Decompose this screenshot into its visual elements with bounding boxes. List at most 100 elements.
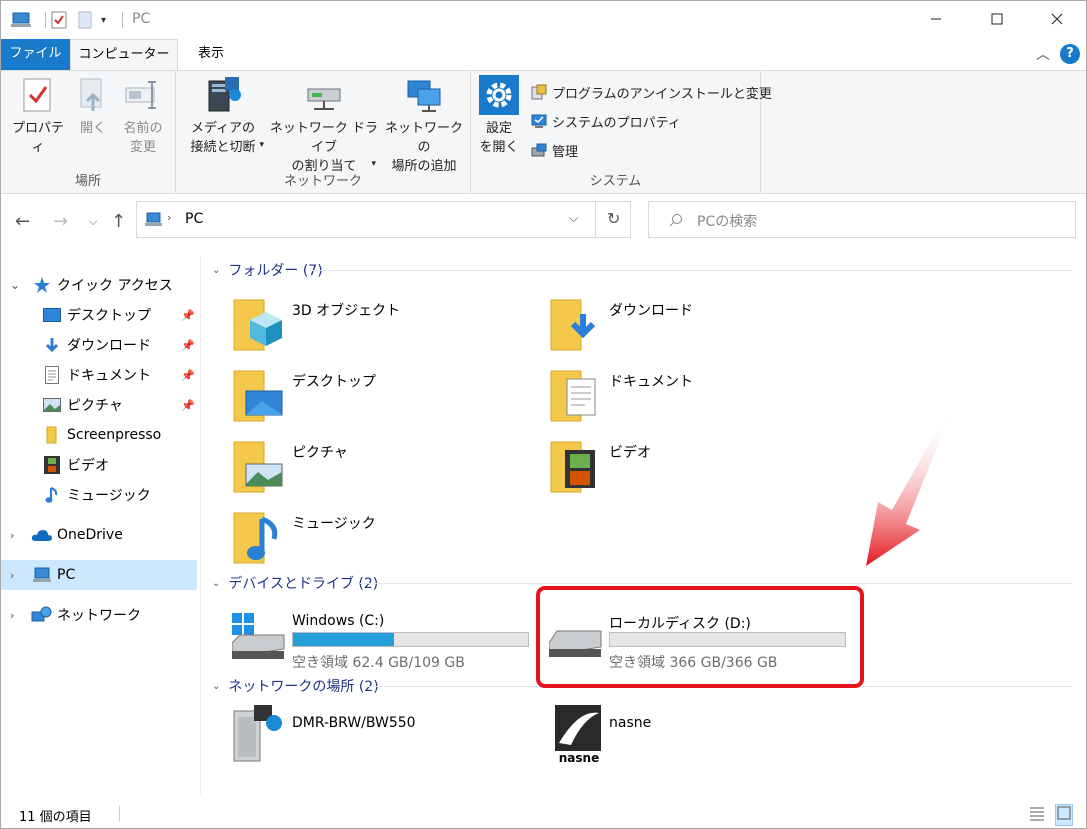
status-bar: 11 個の項目 xyxy=(1,800,1086,828)
picture-icon xyxy=(43,396,61,414)
refresh-icon[interactable]: ↻ xyxy=(607,209,620,228)
tab-view[interactable]: 表示 xyxy=(178,39,244,71)
details-view-icon[interactable] xyxy=(1029,805,1045,825)
collapsed-chevron-icon[interactable]: › xyxy=(10,529,20,542)
close-button[interactable] xyxy=(1034,1,1080,37)
pc-address-icon xyxy=(145,212,162,226)
navigation-pane: ⌄ クイック アクセス デスクトップ 📌 ダウンロード 📌 ドキュメント 📌 ピ… xyxy=(1,256,201,796)
pin-icon[interactable]: 📌 xyxy=(181,339,195,352)
recent-locations-chevron-icon[interactable]: ⌵ xyxy=(89,215,97,229)
drive-c[interactable]: Windows (C:) 空き領域 62.4 GB/109 GB xyxy=(232,601,552,671)
add-network-location-button[interactable]: ネットワークの 場所の追加 xyxy=(382,75,466,176)
search-box[interactable]: PCの検索 xyxy=(648,201,1076,238)
collapse-ribbon-icon[interactable]: ︿ xyxy=(1036,44,1050,64)
rename-icon xyxy=(123,75,163,115)
folder-videos[interactable]: ビデオ xyxy=(549,436,839,500)
nav-pc[interactable]: › PC xyxy=(1,560,197,590)
open-icon xyxy=(73,75,113,115)
address-dropdown-icon[interactable]: ⌵ xyxy=(569,211,578,226)
new-folder-quick-icon[interactable] xyxy=(77,10,93,30)
settings-gear-icon xyxy=(479,75,519,115)
pc-icon xyxy=(11,10,33,30)
breadcrumb-chevron-icon[interactable]: › xyxy=(167,211,171,224)
tab-computer[interactable]: コンピューター xyxy=(70,39,178,71)
search-placeholder: PCの検索 xyxy=(697,214,758,230)
folder-downloads[interactable]: ダウンロード xyxy=(549,294,839,358)
media-connect-button[interactable]: メディアの 接続と切断 ▾ xyxy=(180,75,266,157)
cloud-icon xyxy=(31,526,53,544)
open-button[interactable]: 開く xyxy=(73,75,113,138)
expanded-chevron-icon[interactable]: ⌄ xyxy=(212,578,220,589)
ribbon-tabs: ファイル コンピューター 表示 ︿ ? xyxy=(1,39,1086,71)
group-location-label: 場所 xyxy=(74,174,101,189)
breadcrumb-pc[interactable]: PC xyxy=(185,211,203,227)
rename-button[interactable]: 名前の 変更 xyxy=(117,75,169,157)
maximize-button[interactable] xyxy=(974,1,1020,37)
search-icon xyxy=(669,214,682,227)
downloads-folder-icon xyxy=(550,299,596,351)
folder-desktop[interactable]: デスクトップ xyxy=(232,365,522,429)
drive-d-highlight xyxy=(536,586,864,688)
pin-icon[interactable]: 📌 xyxy=(181,309,195,322)
properties-button[interactable]: プロパティ xyxy=(7,75,69,157)
drive-c-usage-fill xyxy=(293,633,395,646)
netloc-dmr[interactable]: DMR-BRW/BW550 xyxy=(232,703,522,767)
nav-quick-access[interactable]: ⌄ クイック アクセス xyxy=(1,270,197,300)
section-folders[interactable]: ⌄ フォルダー (7) xyxy=(212,260,323,280)
nav-videos[interactable]: ビデオ xyxy=(1,450,197,480)
forward-arrow-icon[interactable]: → xyxy=(53,211,68,232)
collapsed-chevron-icon[interactable]: › xyxy=(10,569,20,582)
up-arrow-icon[interactable]: ↑ xyxy=(111,211,126,232)
folder-music[interactable]: ミュージック xyxy=(232,507,522,571)
pin-icon[interactable]: 📌 xyxy=(181,399,195,412)
nav-music[interactable]: ミュージック xyxy=(1,480,197,510)
drive-c-usage-bar xyxy=(292,632,529,647)
nav-downloads[interactable]: ダウンロード 📌 xyxy=(1,330,197,360)
pin-icon[interactable]: 📌 xyxy=(181,369,195,382)
expanded-chevron-icon[interactable]: ⌄ xyxy=(212,265,220,276)
network-globe-icon xyxy=(31,606,53,624)
folder-pictures[interactable]: ピクチャ xyxy=(232,436,522,500)
nav-pictures[interactable]: ピクチャ 📌 xyxy=(1,390,197,420)
manage-button[interactable]: 管理 xyxy=(531,139,578,161)
documents-folder-icon xyxy=(550,370,596,422)
media-device-icon xyxy=(233,705,282,762)
ribbon: プロパティ 開く 名前の 変更 場所 メディアの 接続と切断 ▾ ネットワーク … xyxy=(1,70,1086,194)
annotation-arrow-icon xyxy=(866,418,948,566)
map-network-drive-button[interactable]: ネットワーク ドライブ の割り当て ▾ xyxy=(268,75,380,176)
title-bar: ▾ PC xyxy=(1,1,1086,39)
expanded-chevron-icon[interactable]: ⌄ xyxy=(10,278,20,292)
star-icon xyxy=(33,276,51,294)
section-devices[interactable]: ⌄ デバイスとドライブ (2) xyxy=(212,573,378,593)
properties-quick-icon[interactable] xyxy=(51,10,67,30)
collapsed-chevron-icon[interactable]: › xyxy=(10,609,20,622)
folder-icon xyxy=(43,426,61,444)
manage-icon xyxy=(531,143,547,157)
customize-quick-access-icon[interactable]: ▾ xyxy=(101,10,106,30)
netloc-nasne[interactable]: nasne nasne xyxy=(549,703,839,767)
nav-screenpresso[interactable]: Screenpresso xyxy=(1,420,197,450)
tab-file[interactable]: ファイル xyxy=(1,39,70,71)
nasne-logo-text: nasne xyxy=(558,751,600,765)
desktop-folder-icon xyxy=(233,370,283,422)
minimize-button[interactable] xyxy=(913,1,959,37)
folder-documents[interactable]: ドキュメント xyxy=(549,365,839,429)
media-server-icon xyxy=(203,75,243,115)
back-arrow-icon[interactable]: ← xyxy=(15,211,30,232)
download-arrow-icon xyxy=(43,336,61,354)
3d-objects-folder-icon xyxy=(233,299,282,351)
explorer-window: ▾ PC ファイル コンピューター 表示 ︿ ? プロパティ 開く 名前の 変更… xyxy=(0,0,1087,829)
nav-onedrive[interactable]: › OneDrive xyxy=(1,520,197,550)
large-icons-view-icon[interactable] xyxy=(1055,804,1073,826)
address-bar[interactable]: › PC ⌵ ↻ xyxy=(136,201,631,238)
folder-3d-objects[interactable]: 3D オブジェクト xyxy=(232,294,522,358)
system-properties-button[interactable]: システムのプロパティ xyxy=(531,110,681,132)
nav-network[interactable]: › ネットワーク xyxy=(1,600,197,630)
uninstall-programs-button[interactable]: プログラムのアンインストールと変更 xyxy=(531,81,772,103)
expanded-chevron-icon[interactable]: ⌄ xyxy=(212,681,220,692)
open-settings-button[interactable]: 設定 を開く xyxy=(477,75,521,157)
nav-desktop[interactable]: デスクトップ 📌 xyxy=(1,300,197,330)
section-network-locations[interactable]: ⌄ ネットワークの場所 (2) xyxy=(212,676,379,696)
nav-documents[interactable]: ドキュメント 📌 xyxy=(1,360,197,390)
help-icon[interactable]: ? xyxy=(1060,44,1080,64)
